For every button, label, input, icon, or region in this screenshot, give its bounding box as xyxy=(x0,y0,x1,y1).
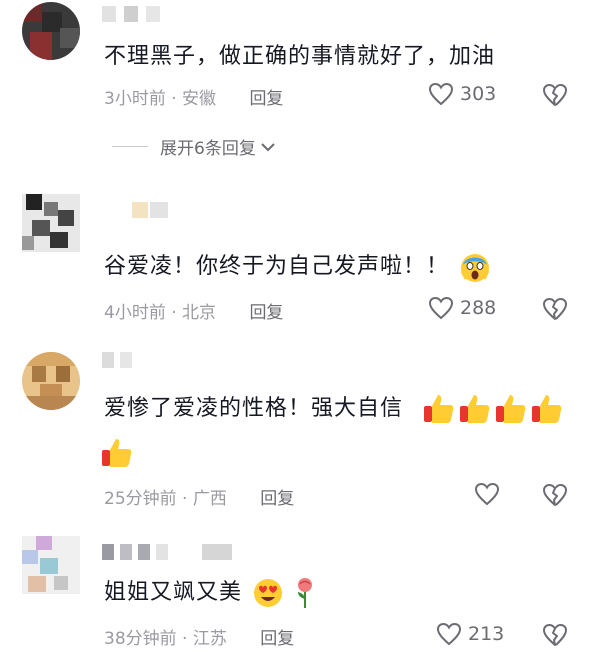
reply-button[interactable]: 回复 xyxy=(249,303,283,323)
thumbs-up-emoji-icon xyxy=(496,395,526,423)
comment-meta: 38分钟前 · 江苏 回复 xyxy=(104,624,294,649)
comment-time-location: 3小时前 · 安徽 xyxy=(104,89,217,109)
like-button[interactable]: 288 xyxy=(428,296,496,320)
heart-eyes-emoji-icon xyxy=(254,579,283,607)
reply-button[interactable]: 回复 xyxy=(260,489,294,509)
avatar[interactable] xyxy=(22,536,80,594)
reply-button[interactable]: 回复 xyxy=(260,629,294,649)
comment-text: 爱惨了爱凌的性格！强大自信 xyxy=(104,392,403,426)
comment-time-location: 25分钟前 · 广西 xyxy=(104,489,227,509)
broken-heart-icon xyxy=(543,83,568,106)
like-button[interactable]: 213 xyxy=(436,622,504,646)
reply-button[interactable]: 回复 xyxy=(249,89,283,109)
expand-replies-button[interactable]: 展开6条回复 xyxy=(112,134,276,159)
username-blurred[interactable] xyxy=(102,544,262,560)
avatar[interactable] xyxy=(22,352,80,410)
like-count: 213 xyxy=(468,623,505,645)
comment-time-location: 38分钟前 · 江苏 xyxy=(104,629,227,649)
broken-heart-icon xyxy=(543,623,568,646)
comment-item: 不理黑子，做正确的事情就好了，加油 3小时前 · 安徽 回复 303 xyxy=(0,0,600,130)
comment-time-location: 4小时前 · 北京 xyxy=(104,303,217,323)
like-button[interactable] xyxy=(474,482,500,506)
thumbs-up-emoji-icon xyxy=(424,395,454,423)
comment-text-content: 爱惨了爱凌的性格！强大自信 xyxy=(104,396,404,421)
dislike-button[interactable] xyxy=(542,483,568,511)
rose-emoji-icon xyxy=(298,578,313,608)
comment-item: 谷爱凌！你终于为自己发声啦！！ 4小时前 · 北京 回复 288 xyxy=(0,190,600,330)
dislike-button[interactable] xyxy=(542,623,568,651)
divider xyxy=(112,146,148,147)
scream-emoji-icon xyxy=(460,254,490,282)
comment-meta: 4小时前 · 北京 回复 xyxy=(104,298,283,323)
heart-icon xyxy=(436,622,462,646)
like-count: 303 xyxy=(460,83,497,105)
comment-meta: 3小时前 · 安徽 回复 xyxy=(104,84,283,109)
comment-item: 爱惨了爱凌的性格！强大自信 25分钟前 · 广西 回复 xyxy=(0,348,600,518)
emoji-row-2 xyxy=(100,436,134,474)
comment-text-content: 谷爱凌！你终于为自己发声啦！！ xyxy=(104,254,450,279)
expand-replies-label: 展开6条回复 xyxy=(160,139,256,159)
thumbs-up-emoji-icon xyxy=(460,395,490,423)
like-count: 288 xyxy=(460,297,497,319)
chevron-down-icon xyxy=(261,142,275,151)
comment-text: 姐姐又飒又美 xyxy=(104,576,316,610)
username-blurred[interactable] xyxy=(102,352,162,368)
broken-heart-icon xyxy=(543,483,568,506)
emoji-row xyxy=(422,392,564,426)
avatar[interactable] xyxy=(22,194,80,252)
thumbs-up-emoji-icon xyxy=(102,439,132,467)
heart-icon xyxy=(474,482,500,506)
dislike-button[interactable] xyxy=(542,297,568,325)
broken-heart-icon xyxy=(543,297,568,320)
comment-item: 姐姐又飒又美 38分钟前 · 江苏 回复 213 xyxy=(0,532,600,652)
comment-text-content: 姐姐又飒又美 xyxy=(104,580,243,605)
username-blurred[interactable] xyxy=(102,202,182,218)
heart-icon xyxy=(428,296,454,320)
username-blurred[interactable] xyxy=(102,6,192,22)
comment-text: 谷爱凌！你终于为自己发声啦！！ xyxy=(104,250,491,284)
avatar[interactable] xyxy=(22,2,80,60)
like-button[interactable]: 303 xyxy=(428,82,496,106)
comment-meta: 25分钟前 · 广西 回复 xyxy=(104,484,294,509)
comment-text: 不理黑子，做正确的事情就好了，加油 xyxy=(104,44,496,69)
dislike-button[interactable] xyxy=(542,83,568,111)
heart-icon xyxy=(428,82,454,106)
thumbs-up-emoji-icon xyxy=(532,395,562,423)
